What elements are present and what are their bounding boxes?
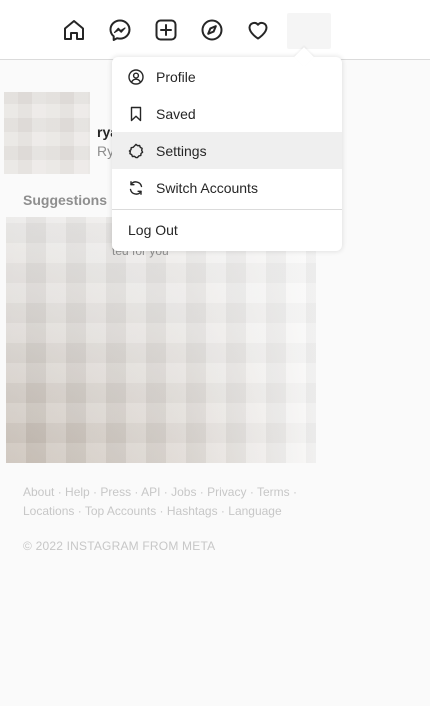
settings-icon: [128, 143, 144, 159]
top-navigation-bar: [0, 0, 430, 60]
menu-item-settings[interactable]: Settings: [112, 132, 342, 169]
footer-link-locations[interactable]: Locations: [23, 504, 74, 518]
menu-item-label: Settings: [156, 142, 207, 159]
activity-heart-icon[interactable]: [244, 16, 272, 44]
bookmark-icon: [128, 106, 144, 122]
switch-accounts-icon: [128, 180, 144, 196]
footer-link-press[interactable]: Press: [100, 485, 131, 499]
footer-link-hashtags[interactable]: Hashtags: [167, 504, 218, 518]
home-icon[interactable]: [60, 16, 88, 44]
menu-item-profile[interactable]: Profile: [112, 58, 342, 95]
logout-button[interactable]: Log Out: [112, 210, 342, 250]
profile-photo[interactable]: [4, 92, 90, 174]
footer-link-top-accounts[interactable]: Top Accounts: [85, 504, 156, 518]
menu-item-switch-accounts[interactable]: Switch Accounts: [112, 169, 342, 206]
profile-avatar-button[interactable]: [287, 13, 331, 49]
profile-icon: [128, 68, 144, 85]
messenger-icon[interactable]: [106, 16, 134, 44]
footer-link-help[interactable]: Help: [65, 485, 90, 499]
footer-link-jobs[interactable]: Jobs: [171, 485, 196, 499]
menu-item-saved[interactable]: Saved: [112, 95, 342, 132]
footer-link-privacy[interactable]: Privacy: [207, 485, 246, 499]
footer-link-terms[interactable]: Terms: [257, 485, 290, 499]
explore-icon[interactable]: [198, 16, 226, 44]
new-post-icon[interactable]: [152, 16, 180, 44]
copyright-text: © 2022 INSTAGRAM FROM META: [23, 539, 216, 553]
menu-item-label: Saved: [156, 105, 196, 122]
footer-link-api[interactable]: API: [141, 485, 160, 499]
profile-dropdown-menu: Profile Saved Settings Switch Accounts L…: [112, 47, 342, 251]
footer-link-language[interactable]: Language: [228, 504, 281, 518]
suggestions-title: Suggestions: [23, 192, 108, 208]
menu-item-label: Profile: [156, 68, 196, 85]
menu-item-label: Switch Accounts: [156, 179, 258, 196]
footer-links: About · Help · Press · API · Jobs · Priv…: [23, 485, 297, 518]
footer-link-about[interactable]: About: [23, 485, 54, 499]
